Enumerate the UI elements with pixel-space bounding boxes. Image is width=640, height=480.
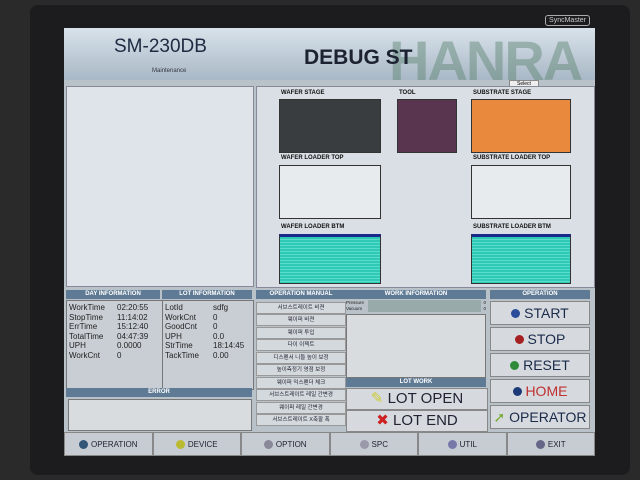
wafer-stage[interactable] (279, 99, 381, 153)
info-row: WorkCnt 0 (165, 312, 218, 322)
info-row: WorkTime 02:20:55 (69, 303, 149, 312)
lot-info-panel: LotId sdfg WorkCnt 0 GoodCnt 0 UPH 0.0 StrTi… (162, 300, 254, 390)
info-row: TackTime 0.00 (165, 350, 229, 360)
manual-item[interactable]: 웨이퍼 익스펜더 체크 (256, 377, 346, 389)
lot-end-button[interactable]: ✖ LOT END (346, 410, 488, 432)
lot-work-header: LOT WORK (346, 378, 486, 387)
info-row: WorkCnt 0 (69, 350, 122, 360)
manual-item[interactable]: 서브스트레이트 X축팔 폭 (256, 414, 346, 426)
manual-item[interactable]: 웨이퍼 비젼 (256, 314, 346, 326)
spc-icon (359, 439, 369, 449)
device-icon (175, 439, 185, 449)
start-button[interactable]: START (490, 301, 590, 325)
error-panel (68, 399, 252, 431)
tab-util[interactable]: UTIL (418, 432, 507, 456)
view-panel (66, 86, 254, 287)
start-icon (511, 309, 521, 318)
operator-button[interactable]: ➚ OPERATOR (490, 405, 590, 429)
manual-item[interactable]: 다이 이젝트 (256, 339, 346, 351)
page-title: DEBUG ST (304, 46, 413, 69)
info-row: ErrTime 15:12:40 (69, 322, 149, 331)
tab-exit[interactable]: EXIT (506, 432, 595, 456)
manual-item[interactable]: 서브스트레이트 비젼 (256, 302, 346, 314)
stop-icon (514, 335, 524, 344)
info-row: TotalTime 04:47:39 (69, 331, 149, 341)
home-button[interactable]: HOME (490, 379, 590, 403)
bottom-tabs: OPERATION DEVICE OPTION SPC UTIL EXIT (64, 432, 595, 456)
option-icon (263, 439, 273, 449)
substrate-loader-top-label: SUBSTRATE LOADER TOP (473, 155, 551, 161)
work-info-panel (346, 314, 486, 378)
wafer-stage-label: WAFER STAGE (281, 90, 325, 96)
manual-item[interactable]: 높이측정기 영점 보정 (256, 364, 346, 376)
wafer-loader-btm[interactable] (279, 234, 381, 284)
manual-header: OPERATION MANUAL (256, 290, 346, 299)
operation-icon (78, 439, 88, 449)
tool-label: TOOL (399, 90, 416, 96)
stop-button[interactable]: STOP (490, 327, 590, 351)
info-row: GoodCnt 0 (165, 322, 218, 331)
lot-open-button[interactable]: ✎ LOT OPEN (346, 388, 488, 410)
substrate-loader-btm[interactable] (471, 234, 571, 284)
lot-info-header: LOT INFORMATION (162, 290, 252, 299)
util-icon (447, 439, 457, 449)
day-info-panel: WorkTime 02:20:55 StopTime 11:14:02 ErrTim… (66, 300, 164, 390)
manual-item[interactable]: 디스펜서 니들 높이 보정 (256, 352, 346, 364)
home-icon (512, 387, 522, 396)
info-row: StrTime 18:14:45 (165, 341, 245, 350)
reset-icon (510, 361, 520, 370)
substrate-stage-label: SUBSTRATE STAGE (473, 90, 532, 96)
manual-item[interactable]: 웨이퍼 레일 간변경 (256, 402, 346, 414)
tool[interactable] (397, 99, 457, 153)
wafer-loader-top[interactable] (279, 165, 381, 219)
operator-icon: ➚ (493, 409, 506, 425)
manual-item[interactable]: 서브스트레이트 레일 간변경 (256, 389, 346, 401)
day-info-header: DAY INFORMATION (66, 290, 160, 299)
screen: HANRA SM-230DB DEBUG ST Maintenance Sele… (64, 28, 595, 456)
wafer-loader-top-label: WAFER LOADER TOP (281, 155, 344, 161)
header: HANRA SM-230DB DEBUG ST Maintenance (64, 28, 595, 92)
logo: HANRA (389, 29, 583, 92)
tab-spc[interactable]: SPC (329, 432, 418, 456)
substrate-stage[interactable] (471, 99, 571, 153)
info-row: UPH 0.0 (165, 331, 225, 341)
operation-header: OPERATION (490, 290, 590, 299)
monitor-brand: SyncMaster (545, 15, 590, 26)
substrate-loader-btm-label: SUBSTRATE LOADER BTM (473, 224, 551, 230)
stage-panel: WAFER STAGE TOOL SUBSTRATE STAGE WAFER L… (256, 86, 595, 288)
error-header: ERROR (66, 388, 252, 397)
work-info-header: WORK INFORMATION (346, 290, 486, 299)
exit-icon (535, 439, 545, 449)
tab-option[interactable]: OPTION (241, 432, 330, 456)
mode-label: Maintenance (152, 68, 187, 74)
model-name: SM-230DB (114, 36, 207, 57)
tab-operation[interactable]: OPERATION (64, 432, 153, 456)
substrate-loader-top[interactable] (471, 165, 571, 219)
tab-device[interactable]: DEVICE (152, 432, 241, 456)
info-row: StopTime 11:14:02 (69, 312, 148, 322)
reset-button[interactable]: RESET (490, 353, 590, 377)
manual-item[interactable]: 웨이퍼 투입 (256, 327, 346, 339)
wafer-loader-btm-label: WAFER LOADER BTM (281, 224, 345, 230)
work-gauges: Pressure 0 Vacuum 0 (346, 300, 486, 312)
info-row: UPH 0.0000 (69, 341, 142, 350)
info-row: LotId sdfg (165, 303, 229, 312)
